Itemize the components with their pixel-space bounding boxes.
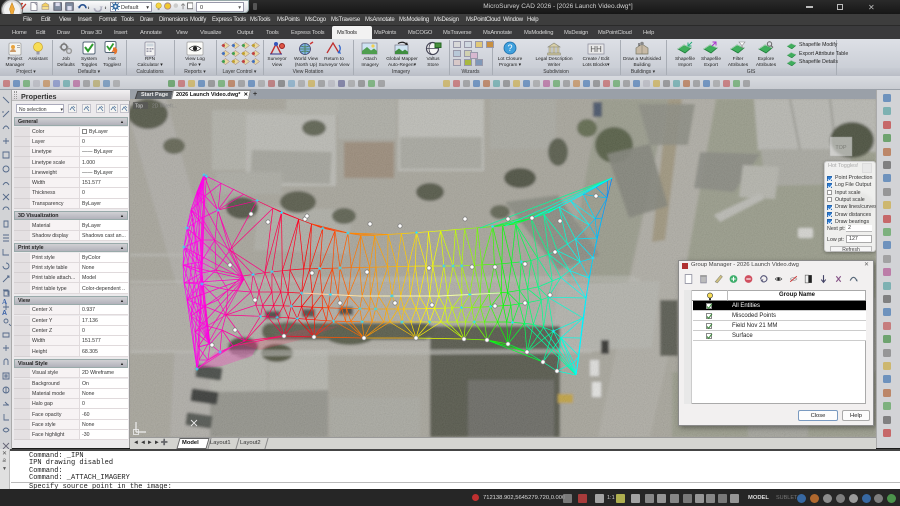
svg-text:2D Wirefr...: 2D Wirefr...: [152, 104, 177, 110]
svg-text:HH: HH: [590, 45, 602, 54]
svg-text:?: ?: [507, 43, 512, 53]
svg-text:Top: Top: [135, 104, 143, 110]
svg-text:TOP: TOP: [835, 145, 847, 151]
